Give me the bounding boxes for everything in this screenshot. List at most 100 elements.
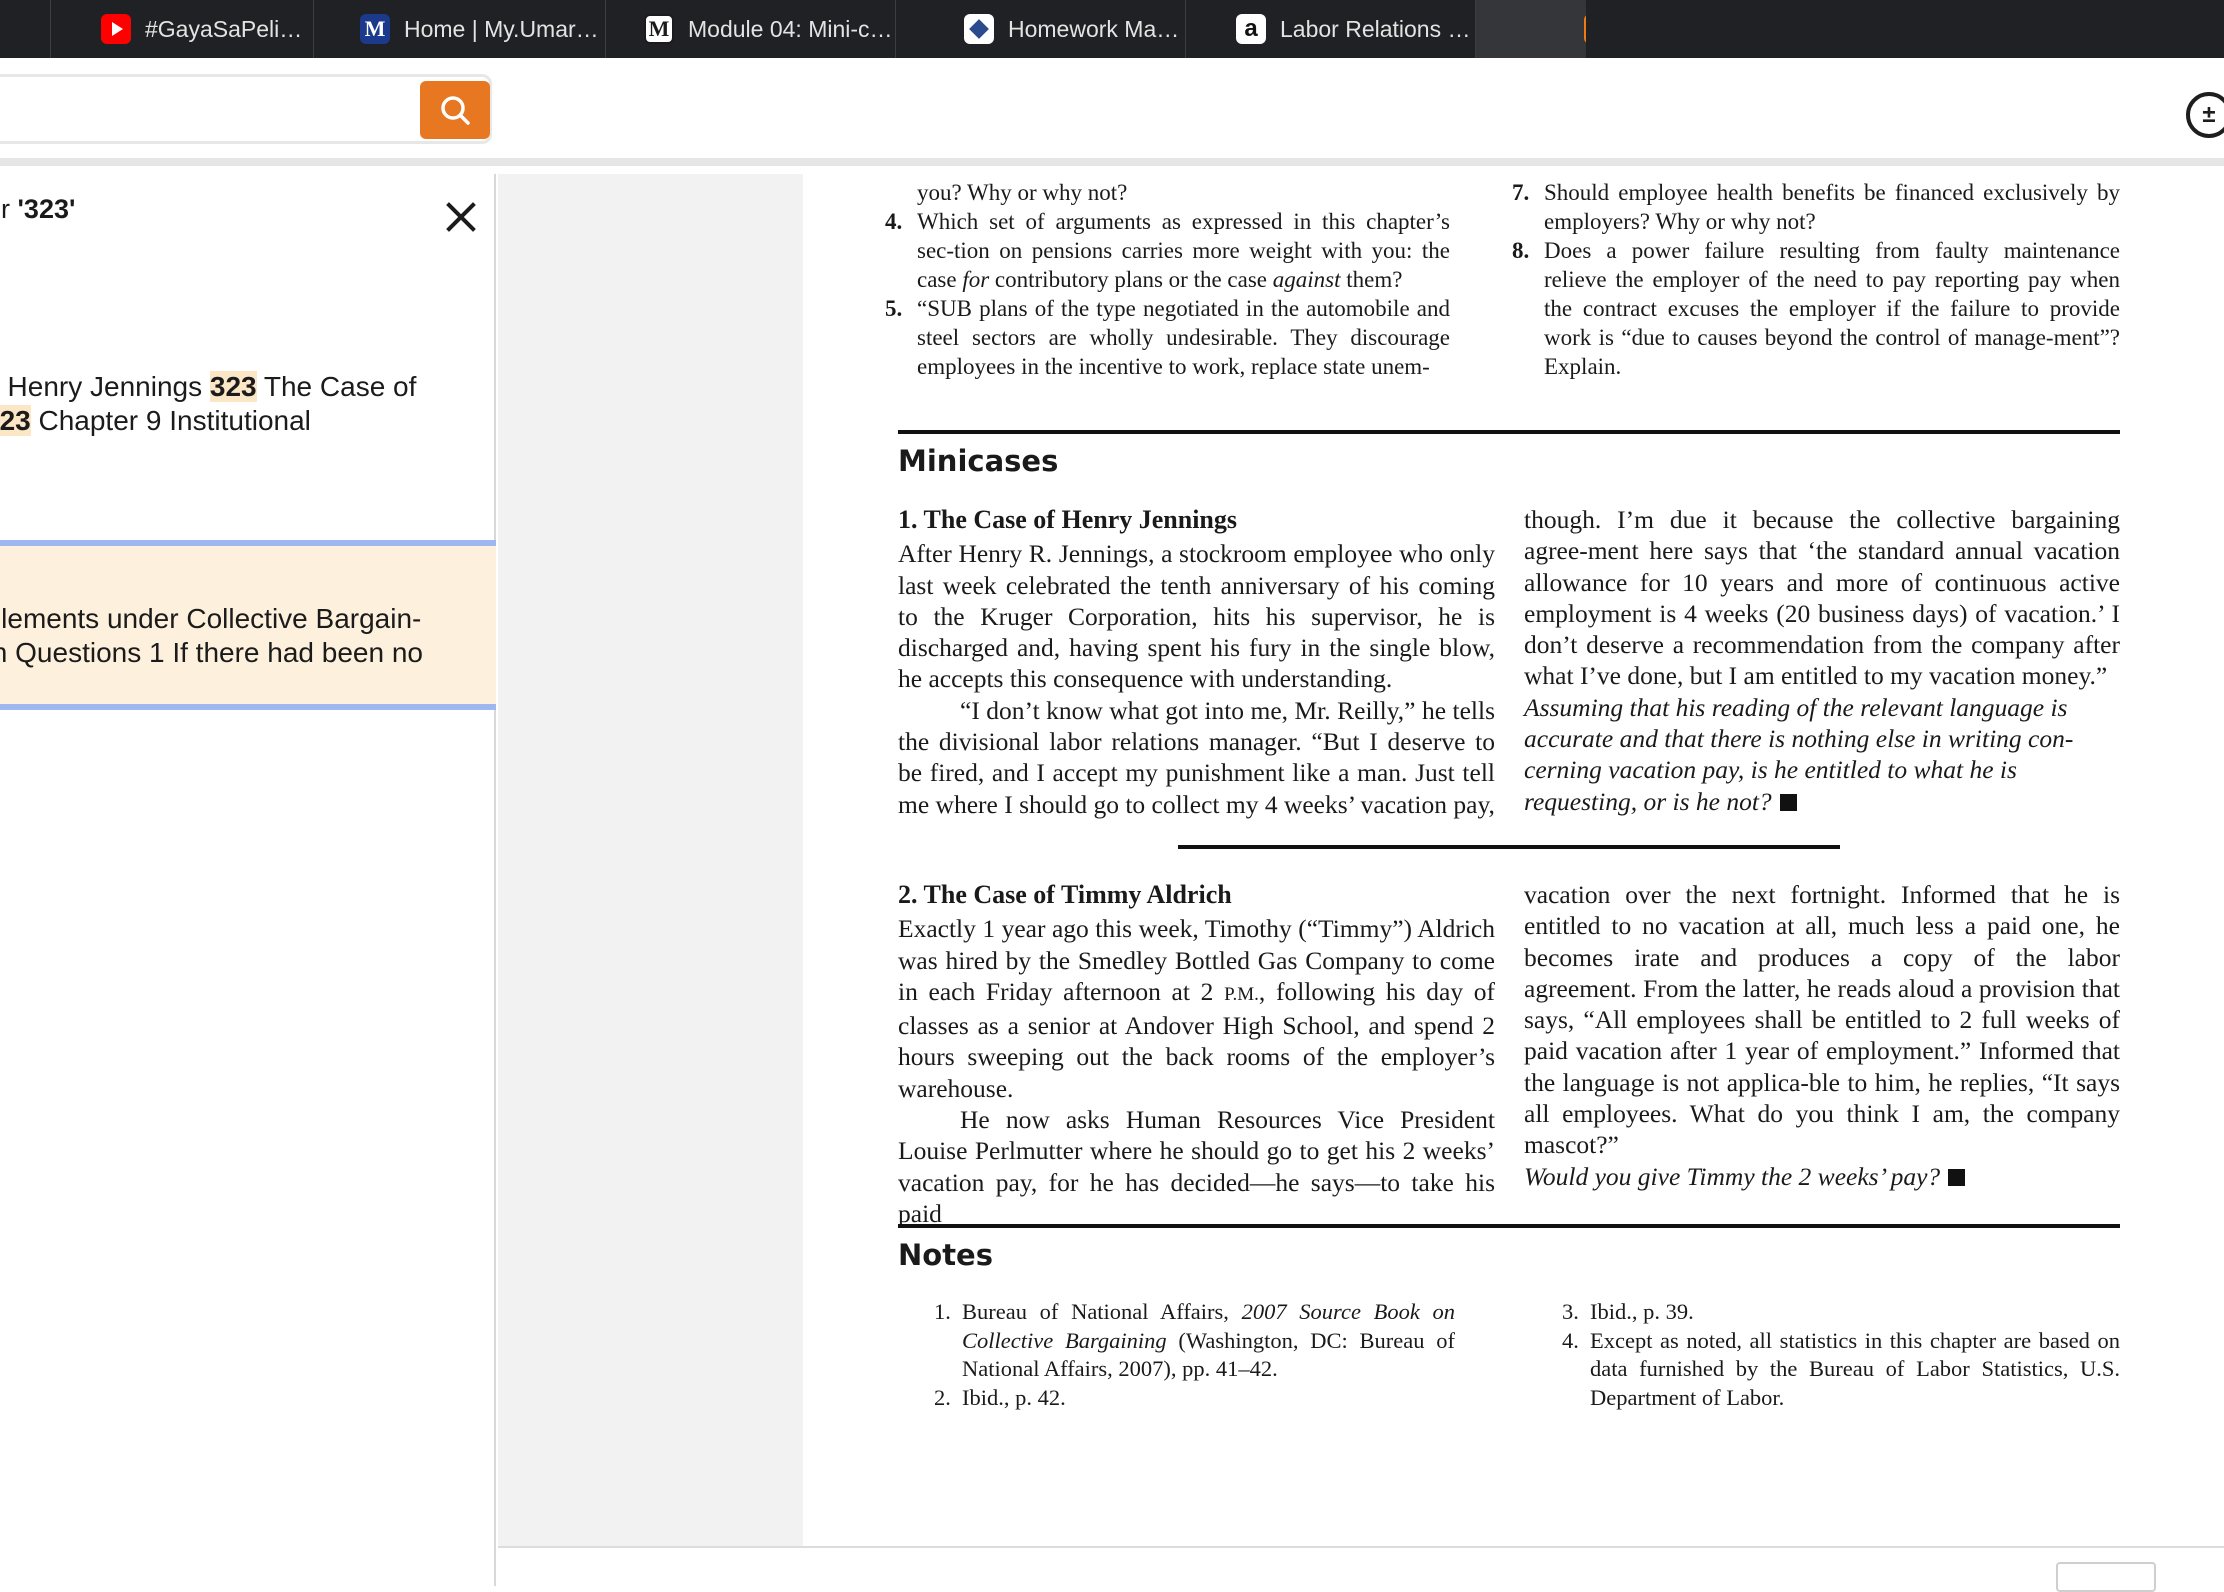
note-number: 2. [934,1384,951,1410]
results-title: or '323' [0,194,75,225]
zoom-icon: ± [2202,101,2216,128]
browser-tab-strip: #GayaSaPelikula (Like In... M Home | My.… [0,0,2224,58]
note-text: Ibid., p. 39. [1590,1299,1694,1324]
note-3: 3. Ibid., p. 39. [1524,1298,2120,1327]
search-result-item[interactable]: f Henry Jennings 323 The Case of 323 Cha… [0,370,472,438]
case1-right-column: though. I’m due it because the collectiv… [1524,504,2120,817]
case2-paragraph: Exactly 1 year ago this week, Timothy (“… [898,913,1495,1104]
zoom-button[interactable]: ± [2186,92,2224,138]
question-3-tail: you? Why or why not? [879,178,1450,207]
case1-paragraph: After Henry R. Jennings, a stockroom emp… [898,539,1495,694]
question-text: contributory plans or the case [989,267,1273,292]
result-line: pplements under Collective Bargain- [0,603,422,634]
minicases-heading: Minicases [898,444,1059,478]
question-number: 4. [885,209,903,234]
case2-paragraph: He now asks Human Resources Vice Preside… [898,1105,1495,1228]
end-mark-icon [1779,793,1797,811]
tab-homework-market[interactable]: Homework Market [896,0,1186,58]
youtube-icon [101,14,131,44]
case1-title: 1. The Case of Henry Jennings [898,505,1237,534]
search-results-panel: or '323' f Henry Jennings 323 The Case o… [0,174,496,1586]
document-viewer[interactable]: you? Why or why not? 4. Which set of argu… [498,174,2224,1592]
question-8: 8. Does a power failure resulting from fa… [1506,236,2120,381]
note-text: Except as noted, all statistics in this … [1590,1327,2120,1410]
amazon-icon: a [1236,14,1266,44]
question-4: 4. Which set of arguments as expressed in… [879,207,1450,294]
search-icon [441,96,470,125]
tab-title: Labor Relations (2-down... [1280,15,1475,42]
result-text: f Henry Jennings [0,371,210,402]
tab-title: Homework Market [1008,15,1185,42]
case1-paragraph: “I don’t know what got into me, Mr. Reil… [898,695,1495,819]
result-snippet: pplements under Collective Bargain- ion … [0,602,490,670]
result-text: The Case of [256,371,417,402]
close-icon[interactable] [444,200,478,234]
question-emphasis: against [1272,267,1341,292]
tab-umary-home[interactable]: M Home | My.Umary.Edu [314,0,606,58]
question-7: 7. Should employee health benefits be fin… [1506,178,2120,236]
result-line: f Henry Jennings 323 The Case of [0,370,472,404]
case1-left-column: 1. The Case of Henry Jennings After Henr… [898,504,1495,820]
question-number: 7. [1512,180,1530,205]
result-line: ion Questions 1 If there had been no [0,637,423,668]
notes-left-column: 1. Bureau of National Affairs, 2007 Sourc… [898,1298,1455,1412]
case1-question: Assuming that his reading of the relevan… [1524,692,2120,817]
question-text: Does a power failure resulting from faul… [1544,238,2120,379]
search-button[interactable] [420,81,490,139]
result-text: Chapter 9 Institutional [30,405,311,436]
tab-favicon-icon [1584,14,1586,44]
question-text: “SUB plans of the type negotiated in the… [917,296,1450,379]
notes-right-column: 3. Ibid., p. 39. 4. Except as noted, all s… [1524,1298,2120,1412]
case2-paragraph: vacation over the next fortnight. Inform… [1524,880,2120,1160]
note-text: Ibid., p. 42. [962,1384,1066,1410]
search-input[interactable] [0,74,492,144]
tab-title: Home | My.Umary.Edu [404,15,605,42]
tab-youtube[interactable]: #GayaSaPelikula (Like In... [51,0,314,58]
reader-toolbar: ± [0,58,2224,166]
umary-module-icon: M [644,14,674,44]
viewer-bottom-bar [498,1546,2224,1592]
section-rule [898,1224,2120,1228]
result-line: 323 Chapter 9 Institutional [0,404,472,438]
question-number: 5. [885,296,903,321]
questions-right-column: 7. Should employee health benefits be fin… [1506,178,2120,381]
question-text: them? [1340,267,1403,292]
question-emphasis: for [962,267,990,292]
question-text: Should employee health benefits be finan… [1544,180,2120,234]
question-text: you? Why or why not? [917,180,1128,205]
note-4: 4. Except as noted, all statistics in thi… [1524,1327,2120,1413]
book-page: you? Why or why not? 4. Which set of argu… [803,174,2224,1548]
results-prefix: or [0,194,11,224]
case-separator-rule [1178,845,1840,849]
case1-question-text: Assuming that his reading of the relevan… [1524,692,2074,816]
case2-question-text: Would you give Timmy the 2 weeks’ pay? [1524,1161,1941,1191]
case2-left-column: 2. The Case of Timmy Aldrich Exactly 1 y… [898,879,1495,1229]
results-query: '323' [17,194,76,224]
notes-heading: Notes [898,1238,993,1272]
note-2: 2. Ibid., p. 42. [898,1384,1455,1413]
umary-icon: M [360,14,390,44]
search-result-item-active[interactable]: pplements under Collective Bargain- ion … [0,540,496,710]
case1-paragraph: though. I’m due it because the collectiv… [1524,505,2120,691]
questions-left-column: you? Why or why not? 4. Which set of argu… [879,178,1450,381]
note-1: 1. Bureau of National Affairs, 2007 Sourc… [898,1298,1455,1384]
tab-labor-relations[interactable]: a Labor Relations (2-down... [1186,0,1476,58]
end-mark-icon [1948,1168,1966,1186]
result-highlight: 323 [209,371,257,402]
tab-partial[interactable] [0,0,51,58]
case2-right-column: vacation over the next fortnight. Inform… [1524,879,2120,1192]
homework-market-icon [964,14,994,44]
tab-title: Module 04: Mini-cases: "... [688,15,895,42]
case2-title: 2. The Case of Timmy Aldrich [898,880,1232,909]
case2-text: P.M. [1224,983,1259,1005]
page-number-field[interactable] [2056,1562,2156,1592]
note-number: 4. [1562,1327,1579,1353]
tab-module-04[interactable]: M Module 04: Mini-cases: "... [606,0,896,58]
question-5: 5. “SUB plans of the type negotiated in t… [879,294,1450,381]
section-rule [898,430,2120,434]
tab-active-partial[interactable] [1476,0,1586,58]
note-number: 3. [1562,1299,1579,1324]
tab-title: #GayaSaPelikula (Like In... [145,15,313,42]
case2-question: Would you give Timmy the 2 weeks’ pay? [1524,1161,2120,1192]
note-text: Bureau of National Affairs, [962,1299,1242,1324]
